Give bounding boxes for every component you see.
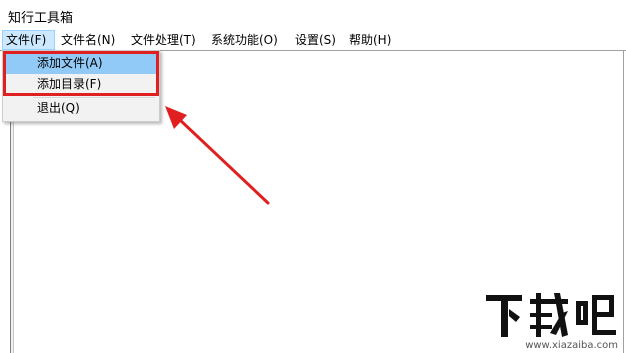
watermark-url: www.xiazaiba.com: [525, 340, 618, 351]
title-bar[interactable]: 知行工具箱: [0, 0, 626, 30]
annotation-highlight-box: [3, 51, 159, 96]
watermark-logo: [486, 293, 616, 337]
menu-help[interactable]: 帮助(H): [346, 30, 396, 50]
menu-filename[interactable]: 文件名(N): [58, 30, 122, 50]
menu-system-functions[interactable]: 系统功能(O): [208, 30, 286, 50]
menu-settings[interactable]: 设置(S): [292, 30, 342, 50]
panel-right-border: [623, 51, 624, 353]
menu-file-processing[interactable]: 文件处理(T): [128, 30, 202, 50]
menu-file[interactable]: 文件(F): [2, 30, 55, 50]
window-title: 知行工具箱: [8, 11, 74, 26]
menu-item-exit[interactable]: 退出(Q): [5, 98, 157, 119]
menu-bar: 文件(F) 文件名(N) 文件处理(T) 系统功能(O) 设置(S) 帮助(H): [0, 30, 626, 50]
app-window: 知行工具箱 文件(F) 文件名(N) 文件处理(T) 系统功能(O) 设置(S)…: [0, 0, 626, 353]
